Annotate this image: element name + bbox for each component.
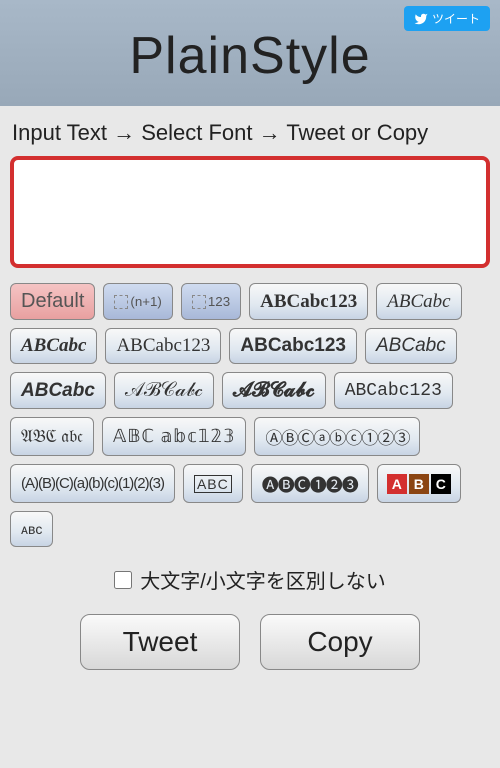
font-superscript-button[interactable]: (n+1) — [103, 283, 173, 320]
font-smallcaps-button[interactable]: ᴀʙᴄ — [10, 511, 53, 547]
colorblock-black: C — [431, 474, 451, 494]
font-fraktur-button[interactable]: 𝔄𝔅ℭ 𝔞𝔟𝔠 — [10, 417, 94, 456]
font-script-bold-button[interactable]: 𝓐𝓑𝓒𝓪𝓫𝓬 — [222, 372, 326, 409]
instruction-text: Input Text → Select Font → Tweet or Copy — [12, 120, 490, 146]
dashed-box-icon — [192, 295, 206, 309]
font-mono-button[interactable]: ABCabc123 — [334, 372, 453, 409]
font-subscript-button[interactable]: 123 — [181, 283, 241, 320]
header: ツイート PlainStyle — [0, 0, 500, 106]
font-colorblock-button[interactable]: A B C — [377, 464, 461, 503]
case-insensitive-row: 大文字/小文字を区別しない — [10, 565, 490, 594]
tweet-share-label: ツイート — [432, 10, 480, 27]
font-button-grid: Default (n+1) 123 ABCabc123 ABCabc ABCab… — [10, 283, 490, 547]
main: Input Text → Select Font → Tweet or Copy… — [0, 106, 500, 678]
font-italic-sans-button[interactable]: ABCabc — [365, 328, 457, 364]
dashed-box-icon — [114, 295, 128, 309]
font-circled-button[interactable]: ⒶⒷⒸⓐⓑⓒ①②③ — [254, 417, 420, 456]
input-textarea[interactable] — [10, 156, 490, 268]
font-script-button[interactable]: 𝒜ℬ𝒞𝒶𝒷𝒸 — [114, 372, 214, 409]
font-boxed-button[interactable]: ABC — [183, 464, 243, 503]
tweet-button[interactable]: Tweet — [80, 614, 240, 670]
font-default-button[interactable]: Default — [10, 283, 95, 320]
case-insensitive-label: 大文字/小文字を区別しない — [140, 565, 386, 594]
action-row: Tweet Copy — [10, 614, 490, 670]
font-serif-button[interactable]: ABCabc123 — [105, 328, 221, 364]
font-paren-button[interactable]: (A)(B)(C)(a)(b)(c)(1)(2)(3) — [10, 464, 175, 503]
font-bold-serif-button[interactable]: ABCabc123 — [249, 283, 368, 320]
font-doublestruck-button[interactable]: 𝔸𝔹ℂ 𝕒𝕓𝕔𝟙𝟚𝟛 — [102, 417, 246, 456]
copy-button[interactable]: Copy — [260, 614, 420, 670]
superscript-sample: (n+1) — [130, 294, 162, 309]
case-insensitive-checkbox[interactable] — [114, 571, 132, 589]
font-bolditalic-sans-button[interactable]: ABCabc — [10, 372, 106, 409]
boxed-sample: ABC — [194, 475, 232, 493]
font-bold-sans-button[interactable]: ABCabc123 — [229, 328, 357, 364]
subscript-sample: 123 — [208, 294, 230, 309]
font-italic-serif-button[interactable]: ABCabc — [376, 283, 461, 320]
twitter-icon — [414, 12, 428, 26]
font-bolditalic-serif-button[interactable]: ABCabc — [10, 328, 97, 364]
tweet-share-button[interactable]: ツイート — [404, 6, 490, 31]
colorblock-red: A — [387, 474, 407, 494]
colorblock-brown: B — [409, 474, 429, 494]
font-neg-circled-button[interactable]: 🅐🅑🅒❶❷❸ — [251, 464, 369, 503]
page-title: PlainStyle — [10, 26, 490, 86]
